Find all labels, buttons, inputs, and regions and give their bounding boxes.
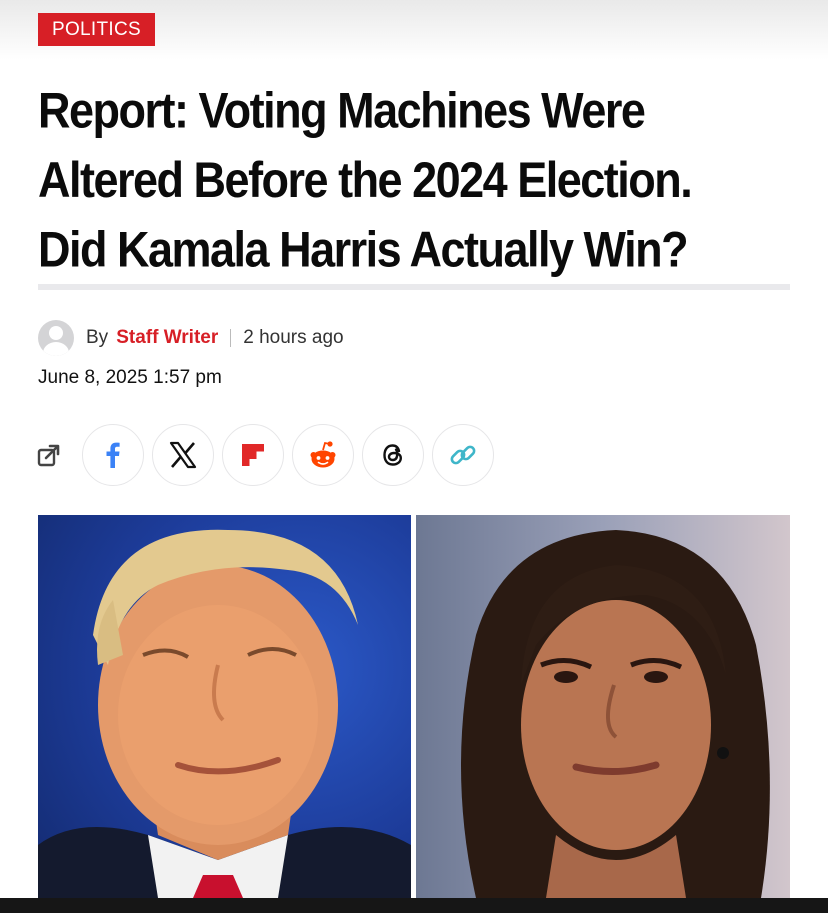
category-badge[interactable]: POLITICS [38,13,155,46]
byline-separator [230,329,232,347]
x-share-button[interactable] [152,424,214,486]
link-icon [450,445,476,465]
headline-line-3: Did Kamala Harris Actually Win? [38,220,689,278]
author-avatar[interactable] [38,320,74,356]
share-icon[interactable] [36,442,62,468]
byline-prefix: By [86,327,109,348]
flipboard-icon [242,444,264,466]
facebook-share-button[interactable] [82,424,144,486]
headline-divider [38,284,790,290]
headline-line-1: Report: Voting Machines Were [38,81,646,139]
x-icon [169,441,197,469]
share-bar [36,424,502,486]
copy-link-button[interactable] [432,424,494,486]
reddit-share-button[interactable] [292,424,354,486]
relative-time: 2 hours ago [243,327,344,348]
threads-share-button[interactable] [362,424,424,486]
portrait-left-photo [38,515,411,898]
article-image [38,515,790,898]
facebook-icon [106,442,120,468]
byline: By Staff Writer 2 hours ago [38,320,344,356]
author-link[interactable]: Staff Writer [116,327,218,349]
reddit-icon [310,441,336,468]
flipboard-share-button[interactable] [222,424,284,486]
bottom-bar [0,898,828,913]
portrait-right-photo [416,515,790,898]
publish-date: June 8, 2025 1:57 pm [38,367,222,388]
threads-icon [383,444,403,466]
article-headline: Report: Voting Machines Were Altered Bef… [38,76,798,284]
headline-line-2: Altered Before the 2024 Election. [38,151,693,209]
